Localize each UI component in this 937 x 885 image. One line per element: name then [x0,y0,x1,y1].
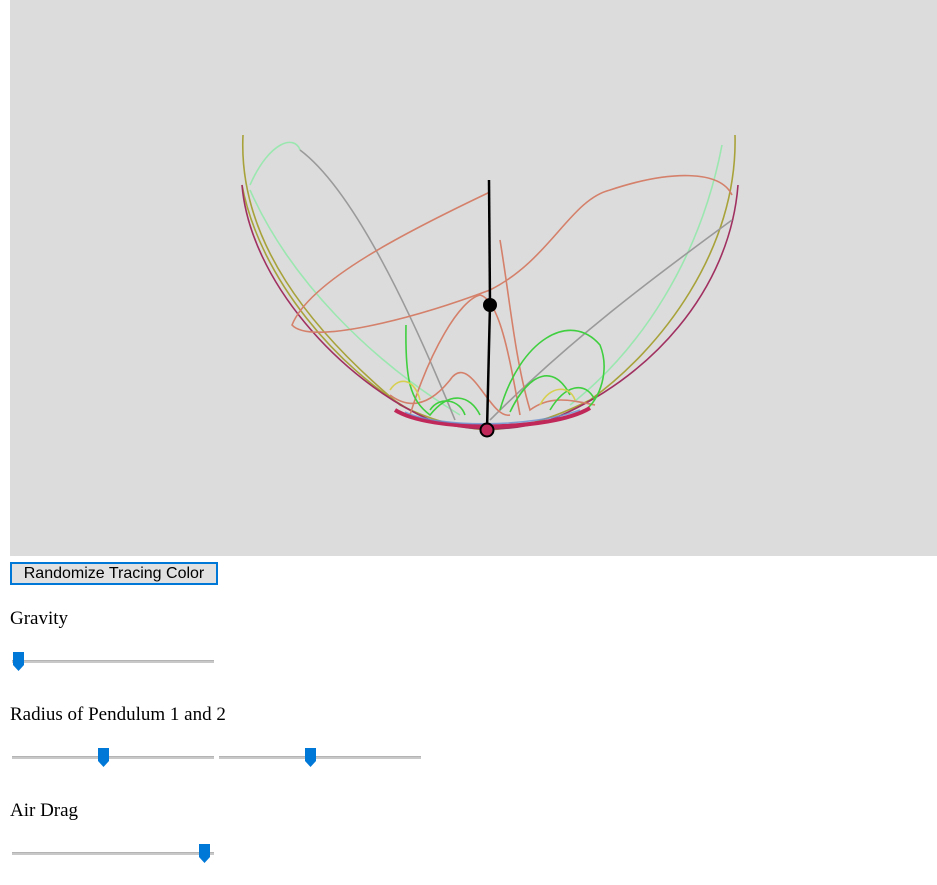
slider-track [12,852,214,855]
air-drag-label: Air Drag [10,800,79,821]
pendulum-bob-2 [479,422,495,438]
slider-track [219,756,421,759]
radius-pendulum-1-slider[interactable] [12,748,214,768]
pendulum-canvas [10,0,937,556]
canvas-background [10,0,937,556]
slider-thumb[interactable] [304,748,316,767]
slider-thumb[interactable] [97,748,109,767]
radius-label: Radius of Pendulum 1 and 2 [10,704,226,725]
pendulum-bob-1 [483,298,497,312]
air-drag-slider[interactable] [12,844,214,864]
pendulum-rod-1 [487,179,492,306]
radius-pendulum-2-slider[interactable] [219,748,421,768]
slider-track [12,660,214,663]
randomize-tracing-color-button[interactable]: Randomize Tracing Color [10,562,218,585]
slider-thumb[interactable] [13,652,25,671]
slider-thumb[interactable] [198,844,210,863]
gravity-label: Gravity [10,608,69,629]
slider-track [12,756,214,759]
gravity-slider[interactable] [12,652,214,672]
